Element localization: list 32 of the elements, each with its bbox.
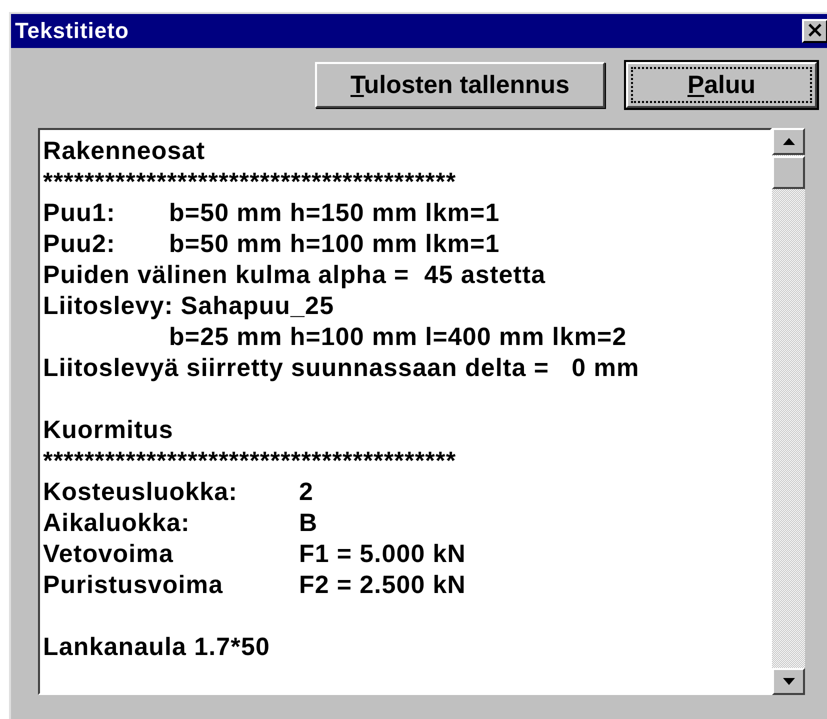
field-value: F2 = 2.500 kN	[299, 571, 466, 600]
field-label: Vetovoima	[43, 540, 174, 569]
window-title: Tekstitieto	[15, 18, 129, 44]
text-line: ****************************************	[43, 447, 456, 476]
vertical-scrollbar[interactable]	[772, 128, 805, 695]
field-label: Aikaluokka:	[43, 509, 191, 538]
text-line: Kuormitus	[43, 416, 174, 445]
field-label: Puu2:	[43, 230, 116, 259]
back-button[interactable]: Paluu	[626, 62, 817, 108]
text-line: Rakenneosat	[43, 137, 206, 166]
text-line: Liitoslevy: Sahapuu_25	[43, 292, 334, 321]
scroll-thumb[interactable]	[772, 156, 805, 189]
down-arrow-icon	[782, 678, 794, 685]
field-label: Kosteusluokka:	[43, 478, 239, 507]
text-line: b=25 mm h=100 mm l=400 mm lkm=2	[169, 323, 627, 352]
field-label: Puristusvoima	[43, 571, 224, 600]
field-value: b=50 mm h=100 mm lkm=1	[169, 230, 500, 259]
field-value: 2	[299, 478, 314, 507]
text-line: ****************************************	[43, 168, 456, 197]
close-button[interactable]: ×	[802, 19, 827, 43]
field-value: F1 = 5.000 kN	[299, 540, 466, 569]
field-label: Puu1:	[43, 199, 116, 228]
scroll-down-button[interactable]	[772, 668, 805, 695]
up-arrow-icon	[782, 138, 794, 145]
field-value: b=50 mm h=150 mm lkm=1	[169, 199, 500, 228]
text-line: Liitoslevyä siirretty suunnassaan delta = 0 mm	[43, 354, 640, 383]
save-results-button[interactable]: Tulosten tallennus	[315, 62, 605, 108]
field-value: B	[299, 509, 318, 538]
text-output-area[interactable]	[38, 128, 772, 695]
text-line: Puiden välinen kulma alpha = 45 astetta	[43, 261, 546, 290]
text-line: Lankanaula 1.7*50	[43, 633, 270, 662]
scroll-up-button[interactable]	[772, 128, 805, 155]
